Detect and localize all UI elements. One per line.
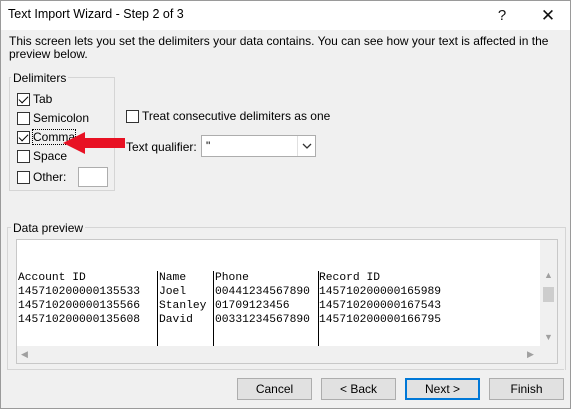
scroll-left-icon[interactable]: ◀ [21, 349, 28, 360]
preview-header: Record ID [319, 272, 381, 284]
data-preview-pane[interactable]: Account ID 145710200000135533 1457102000… [16, 239, 558, 364]
semicolon-label: Semicolon [33, 111, 90, 125]
red-arrow-icon [63, 132, 125, 154]
preview-vertical-scrollbar[interactable]: ▲ ▼ [540, 240, 557, 348]
delimiter-semicolon-option[interactable]: Semicolon [17, 110, 89, 126]
preview-header: Name [159, 272, 187, 284]
scroll-right-icon[interactable]: ▶ [527, 349, 534, 360]
consecutive-delimiters-option[interactable]: Treat consecutive delimiters as one [126, 108, 330, 124]
step-description: This screen lets you set the delimiters … [9, 34, 549, 61]
chevron-down-icon[interactable] [297, 136, 315, 156]
title-bar: Text Import Wizard - Step 2 of 3 ? ✕ [1, 1, 570, 30]
vertical-scroll-thumb[interactable] [543, 287, 554, 302]
preview-column-record-id: Record ID 145710200000165989 14571020000… [319, 271, 459, 327]
preview-cell: 145710200000135608 [18, 314, 141, 326]
consecutive-delimiters-label: Treat consecutive delimiters as one [142, 109, 331, 123]
scroll-down-icon[interactable]: ▼ [544, 332, 553, 342]
close-button[interactable]: ✕ [528, 1, 568, 30]
preview-cell: 145710200000165989 [319, 286, 442, 298]
window-title: Text Import Wizard - Step 2 of 3 [8, 7, 184, 21]
preview-cell: 00441234567890 [215, 286, 310, 298]
text-qualifier-value: " [206, 139, 211, 153]
comma-checkbox[interactable] [17, 130, 30, 144]
preview-cell: Joel [159, 286, 187, 298]
preview-cell: Stanley [159, 300, 207, 312]
help-button[interactable]: ? [482, 1, 522, 30]
delimiter-other-option[interactable]: Other: [17, 169, 66, 185]
delimiters-group-label: Delimiters [11, 71, 69, 85]
text-qualifier-label: Text qualifier: [126, 140, 197, 154]
back-button[interactable]: < Back [321, 378, 396, 400]
other-delimiter-input[interactable] [78, 167, 108, 187]
consecutive-delimiters-checkbox[interactable] [126, 109, 139, 123]
preview-horizontal-scrollbar[interactable]: ◀ ▶ [17, 346, 542, 363]
text-qualifier-select[interactable]: " [201, 135, 316, 157]
preview-cell: 145710200000135566 [18, 300, 141, 312]
finish-button[interactable]: Finish [489, 378, 564, 400]
preview-cell: 145710200000135533 [18, 286, 141, 298]
preview-cell: 00331234567890 [215, 314, 310, 326]
cancel-button[interactable]: Cancel [237, 378, 312, 400]
tab-checkbox[interactable] [17, 92, 30, 106]
scrollbar-corner [540, 346, 557, 363]
delimiter-space-option[interactable]: Space [17, 148, 67, 164]
space-checkbox[interactable] [17, 149, 30, 163]
delimiter-tab-option[interactable]: Tab [17, 91, 52, 107]
other-checkbox[interactable] [17, 170, 30, 184]
scroll-up-icon[interactable]: ▲ [544, 270, 553, 280]
preview-cell: 01709123456 [215, 300, 290, 312]
preview-header: Phone [215, 272, 249, 284]
preview-cell: 145710200000166795 [319, 314, 442, 326]
tab-label: Tab [33, 92, 53, 106]
text-import-wizard-dialog: Text Import Wizard - Step 2 of 3 ? ✕ Thi… [0, 0, 571, 409]
semicolon-checkbox[interactable] [17, 111, 30, 125]
data-preview-label: Data preview [11, 221, 86, 235]
preview-cell: 145710200000167543 [319, 300, 442, 312]
next-button[interactable]: Next > [405, 378, 480, 400]
footer-divider [7, 369, 564, 370]
other-label: Other: [33, 170, 67, 184]
preview-header: Account ID [18, 272, 86, 284]
preview-cell: David [159, 314, 193, 326]
